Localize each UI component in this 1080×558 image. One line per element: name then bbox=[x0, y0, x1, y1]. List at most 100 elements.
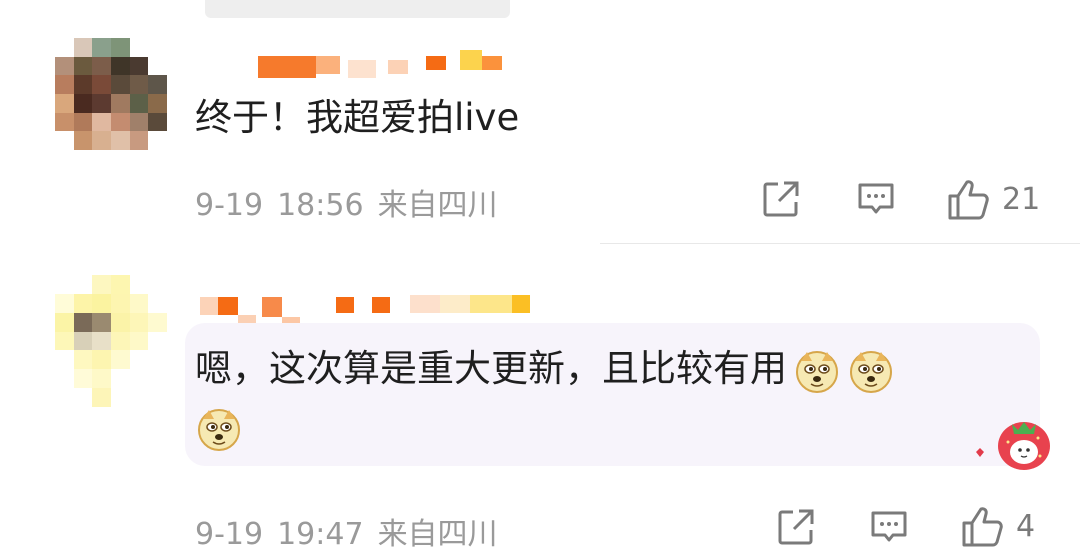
comment-location: 来自四川 bbox=[377, 188, 498, 223]
avatar-pixel bbox=[110, 331, 130, 351]
comment-time: 19:47 bbox=[277, 517, 364, 552]
comment-meta: 9-19 19:47 来自四川 bbox=[195, 509, 498, 553]
avatar[interactable] bbox=[55, 275, 167, 407]
share-external-icon bbox=[778, 509, 814, 545]
avatar-pixel bbox=[92, 131, 111, 150]
avatar-pixel bbox=[73, 350, 93, 370]
avatar-pixel bbox=[110, 56, 130, 76]
avatar-pixel bbox=[73, 275, 93, 294]
avatar-pixel bbox=[92, 369, 111, 389]
avatar-pixel bbox=[110, 350, 130, 370]
avatar-pixel bbox=[55, 350, 74, 370]
avatar-pixel bbox=[110, 93, 130, 113]
avatar-pixel bbox=[55, 388, 74, 407]
avatar-pixel bbox=[92, 275, 111, 294]
doge-emoji bbox=[850, 350, 892, 393]
avatar-pixel bbox=[55, 93, 74, 113]
avatar-pixel bbox=[55, 369, 74, 389]
doge-emoji bbox=[796, 350, 838, 393]
avatar-pixel bbox=[129, 331, 149, 351]
avatar-pixel bbox=[92, 388, 111, 407]
avatar-pixel bbox=[73, 312, 93, 332]
avatar-pixel bbox=[148, 293, 167, 313]
avatar-pixel bbox=[73, 131, 93, 150]
avatar-pixel bbox=[129, 131, 149, 150]
comment-text: 终于！我超爱拍live bbox=[195, 96, 520, 139]
avatar-pixel bbox=[129, 388, 149, 407]
avatar-pixel bbox=[92, 56, 111, 76]
avatar-pixel bbox=[55, 293, 74, 313]
avatar-pixel bbox=[55, 331, 74, 351]
previous-comment-bottom bbox=[205, 0, 510, 18]
avatar-pixel bbox=[148, 388, 167, 407]
avatar-pixel bbox=[92, 93, 111, 113]
reply-button[interactable] bbox=[855, 178, 897, 220]
avatar-pixel bbox=[73, 388, 93, 407]
doge-emoji bbox=[198, 408, 240, 451]
avatar-pixel bbox=[92, 331, 111, 351]
like-count: 21 bbox=[1002, 181, 1041, 217]
avatar-pixel bbox=[148, 38, 167, 57]
avatar[interactable] bbox=[55, 38, 167, 150]
comment-divider bbox=[600, 243, 1080, 244]
avatar-pixel bbox=[148, 275, 167, 294]
avatar-pixel bbox=[110, 388, 130, 407]
avatar-pixel bbox=[73, 293, 93, 313]
avatar-pixel bbox=[73, 369, 93, 389]
avatar-pixel bbox=[129, 56, 149, 76]
avatar-pixel bbox=[110, 38, 130, 57]
share-button[interactable] bbox=[775, 506, 817, 548]
share-external-icon bbox=[763, 181, 799, 217]
comment-meta: 9-19 18:56 来自四川 bbox=[195, 180, 498, 224]
avatar-pixel bbox=[110, 112, 130, 132]
avatar-pixel bbox=[92, 312, 111, 332]
avatar-pixel bbox=[148, 93, 167, 113]
avatar-pixel bbox=[148, 331, 167, 351]
like-button[interactable]: 21 bbox=[946, 176, 1040, 222]
thumbs-up-icon bbox=[962, 507, 1003, 547]
avatar-pixel bbox=[55, 38, 74, 57]
avatar-pixel bbox=[110, 293, 130, 313]
avatar-pixel bbox=[73, 112, 93, 132]
avatar-pixel bbox=[110, 312, 130, 332]
avatar-pixel bbox=[148, 131, 167, 150]
avatar-pixel bbox=[129, 75, 149, 94]
avatar-pixel bbox=[110, 369, 130, 389]
avatar-pixel bbox=[73, 93, 93, 113]
avatar-pixel bbox=[129, 275, 149, 294]
reply-button[interactable] bbox=[868, 506, 910, 548]
avatar-pixel bbox=[129, 293, 149, 313]
avatar-pixel bbox=[129, 38, 149, 57]
thumbs-up-icon bbox=[948, 180, 989, 220]
avatar-pixel bbox=[110, 131, 130, 150]
avatar-pixel bbox=[148, 369, 167, 389]
avatar-pixel bbox=[55, 75, 74, 94]
like-count: 4 bbox=[1016, 508, 1036, 544]
avatar-pixel bbox=[148, 112, 167, 132]
avatar-pixel bbox=[92, 38, 111, 57]
comment-text: 嗯，这次算是重大更新，且比较有用 bbox=[195, 347, 787, 390]
avatar-pixel bbox=[148, 56, 167, 76]
strawberry-sticker-icon bbox=[976, 422, 1050, 470]
comment-body: 嗯，这次算是重大更新，且比较有用 bbox=[195, 340, 1025, 456]
avatar-pixel bbox=[148, 312, 167, 332]
comment-date: 9-19 bbox=[195, 517, 264, 552]
share-button[interactable] bbox=[760, 178, 802, 220]
avatar-pixel bbox=[129, 350, 149, 370]
avatar-pixel bbox=[129, 93, 149, 113]
like-button[interactable]: 4 bbox=[960, 503, 1035, 549]
avatar-pixel bbox=[129, 312, 149, 332]
comment-icon bbox=[871, 511, 907, 542]
avatar-pixel bbox=[92, 112, 111, 132]
avatar-pixel bbox=[92, 75, 111, 94]
avatar-pixel bbox=[73, 56, 93, 76]
avatar-pixel bbox=[73, 331, 93, 351]
avatar-pixel bbox=[110, 75, 130, 94]
username[interactable] bbox=[258, 50, 502, 78]
avatar-pixel bbox=[92, 350, 111, 370]
comment-date: 9-19 bbox=[195, 188, 264, 223]
avatar-pixel bbox=[129, 112, 149, 132]
comment-location: 来自四川 bbox=[377, 517, 498, 552]
avatar-pixel bbox=[92, 293, 111, 313]
comment-time: 18:56 bbox=[277, 188, 364, 223]
